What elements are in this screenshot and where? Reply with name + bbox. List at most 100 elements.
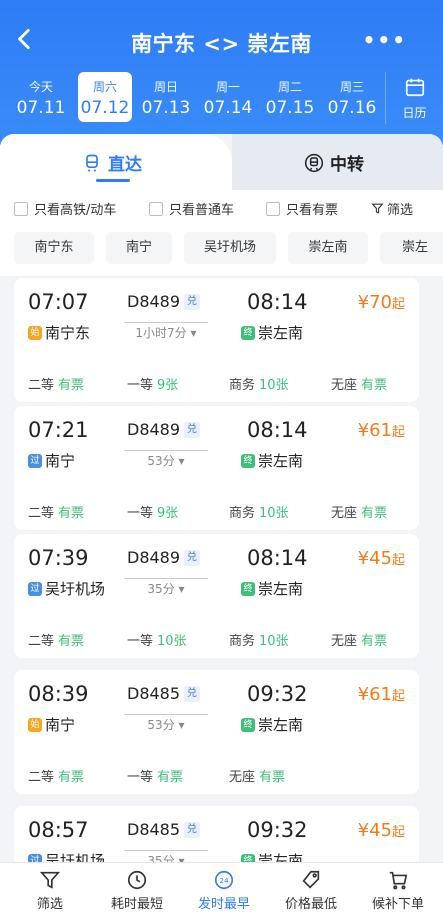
date-weekday: 周二 xyxy=(277,80,302,94)
seat-availability: 二等 有票 一等 10张 商务 10张 无座 有票 xyxy=(14,620,419,658)
station-chip-wuxu-airport[interactable]: 吴圩机场 xyxy=(184,232,276,264)
checkbox-label: 只看普通车 xyxy=(169,203,235,218)
date-weekday: 周日 xyxy=(153,80,178,94)
date-value: 07.11 xyxy=(16,98,66,118)
departure-time: 07:21 xyxy=(28,418,89,442)
main-panel: 中转 直达 只看高铁/动车 只看普通车 只看有票 筛选 南宁东 南宁 吴圩机场 … xyxy=(0,134,443,917)
start-tag: 始 xyxy=(28,325,42,340)
calendar-button[interactable]: 日历 xyxy=(385,72,443,124)
arrival-time: 09:32 xyxy=(247,818,308,842)
train-circle-icon xyxy=(304,153,324,172)
date-value: 07.13 xyxy=(141,98,191,118)
departure-station: 始南宁 xyxy=(28,714,75,735)
arrival-station-name: 崇左南 xyxy=(258,452,304,470)
date-selector: 今天 07.11 周六 07.12 周日 07.13 周一 07.14 周二 0… xyxy=(0,72,443,124)
bottom-filter-label: 筛选 xyxy=(36,897,63,912)
price-suffix: 起 xyxy=(391,297,405,312)
seat-class: 商务 10张 xyxy=(229,634,289,649)
exchange-badge: 兑 xyxy=(184,421,201,438)
price: ¥45起 xyxy=(358,820,405,841)
arrival-station-name: 崇左南 xyxy=(258,716,304,734)
date-item-1-selected[interactable]: 周六 07.12 xyxy=(78,72,132,122)
date-item-2[interactable]: 周日 07.13 xyxy=(139,72,193,122)
train-card[interactable]: 07:07 始南宁东 D8489 兑 1小时7分 ▾ 08:14 终崇左南 ¥70… xyxy=(14,278,419,402)
duration[interactable]: 53分 ▾ xyxy=(124,714,208,733)
bottom-shortest-time-button[interactable]: 耗时最短 xyxy=(93,869,181,912)
departure-station: 过吴圩机场 xyxy=(28,578,105,599)
end-tag: 终 xyxy=(241,717,255,732)
chevron-down-icon: ▾ xyxy=(178,718,185,732)
duration[interactable]: 35分 ▾ xyxy=(124,578,208,597)
end-tag: 终 xyxy=(241,453,255,468)
bottom-toolbar: 筛选 耗时最短 24 发时最早 价格最低 候补下单 xyxy=(0,862,443,917)
departure-station: 始南宁东 xyxy=(28,322,90,343)
header: 南宁东 <> 崇左南 ••• 今天 07.11 周六 07.12 周日 07.1… xyxy=(0,0,443,150)
tab-transfer-label: 中转 xyxy=(330,155,364,175)
exchange-badge: 兑 xyxy=(184,293,201,310)
filter-icon xyxy=(371,203,384,214)
bottom-shortest-time-label: 耗时最短 xyxy=(110,897,163,912)
bottom-lowest-price-button[interactable]: 价格最低 xyxy=(267,869,355,912)
date-item-3[interactable]: 周一 07.14 xyxy=(201,72,255,122)
tab-direct[interactable]: 直达 xyxy=(0,134,232,190)
seat-class: 一等 9张 xyxy=(127,506,179,521)
filter-bar: 只看高铁/动车 只看普通车 只看有票 筛选 xyxy=(0,190,443,226)
departure-time: 08:39 xyxy=(28,682,89,706)
train-number: D8485 兑 xyxy=(127,684,201,703)
checkbox-box xyxy=(266,201,280,216)
arrival-time: 09:32 xyxy=(247,682,308,706)
bottom-earliest-departure-button[interactable]: 24 发时最早 xyxy=(180,869,268,912)
end-tag: 终 xyxy=(241,581,255,596)
24h-icon: 24 xyxy=(214,870,234,890)
seat-class: 无座 有票 xyxy=(331,634,388,649)
train-number: D8489 兑 xyxy=(127,548,201,567)
train-card[interactable]: 07:21 过南宁 D8489 兑 53分 ▾ 08:14 终崇左南 ¥61起 二… xyxy=(14,406,419,530)
price-value: ¥45 xyxy=(357,548,392,569)
train-number-text: D8485 xyxy=(127,684,181,703)
bottom-filter-button[interactable]: 筛选 xyxy=(6,869,94,912)
date-item-0[interactable]: 今天 07.11 xyxy=(14,72,68,122)
start-tag: 始 xyxy=(28,717,42,732)
duration[interactable]: 53分 ▾ xyxy=(124,450,208,469)
station-chip-chongzuo-south[interactable]: 崇左南 xyxy=(288,232,368,264)
more-menu-button[interactable]: ••• xyxy=(363,28,407,52)
duration[interactable]: 1小时7分 ▾ xyxy=(124,322,208,341)
price: ¥61起 xyxy=(358,420,405,441)
station-chip-nanning-east[interactable]: 南宁东 xyxy=(14,232,94,264)
train-number-text: D8489 xyxy=(127,292,181,311)
station-chip-nanning[interactable]: 南宁 xyxy=(106,232,172,264)
arrival-time: 08:14 xyxy=(247,546,308,570)
train-card[interactable]: 08:39 始南宁 D8485 兑 53分 ▾ 09:32 终崇左南 ¥61起 二… xyxy=(14,670,419,794)
screen-button[interactable]: 筛选 xyxy=(371,199,413,218)
price-suffix: 起 xyxy=(391,553,405,568)
tab-direct-label: 直达 xyxy=(108,155,142,175)
departure-time: 07:39 xyxy=(28,546,89,570)
tab-active-indicator xyxy=(96,179,130,182)
seat-class: 无座 有票 xyxy=(229,770,286,785)
departure-station-name: 南宁 xyxy=(45,452,76,470)
duration-text: 53分 xyxy=(147,718,175,732)
seat-class: 二等 有票 xyxy=(28,506,85,521)
train-card[interactable]: 07:39 过吴圩机场 D8489 兑 35分 ▾ 08:14 终崇左南 ¥45起… xyxy=(14,534,419,658)
departure-station-name: 南宁 xyxy=(45,716,76,734)
arrival-station: 终崇左南 xyxy=(241,578,303,599)
arrival-time: 08:14 xyxy=(247,290,308,314)
seat-class: 一等 有票 xyxy=(127,770,184,785)
duration-text: 53分 xyxy=(147,454,175,468)
available-only-checkbox[interactable]: 只看有票 xyxy=(266,199,338,218)
seat-class: 商务 10张 xyxy=(229,378,289,393)
bottom-waitlist-button[interactable]: 候补下单 xyxy=(354,869,442,912)
cart-icon xyxy=(389,871,408,890)
bottom-lowest-price-label: 价格最低 xyxy=(284,897,337,912)
arrival-station: 终崇左南 xyxy=(241,450,303,471)
checkbox-box xyxy=(149,201,163,216)
normal-train-checkbox[interactable]: 只看普通车 xyxy=(149,199,234,218)
high-speed-checkbox[interactable]: 只看高铁/动车 xyxy=(14,199,116,218)
seat-class: 商务 10张 xyxy=(229,506,289,521)
chevron-down-icon: ▾ xyxy=(190,326,197,340)
date-item-5[interactable]: 周三 07.16 xyxy=(325,72,379,122)
date-item-4[interactable]: 周二 07.15 xyxy=(263,72,317,122)
price-value: ¥61 xyxy=(357,420,392,441)
tab-transfer[interactable]: 中转 xyxy=(232,134,443,190)
station-chip-chongzuo[interactable]: 崇左 xyxy=(380,232,443,264)
